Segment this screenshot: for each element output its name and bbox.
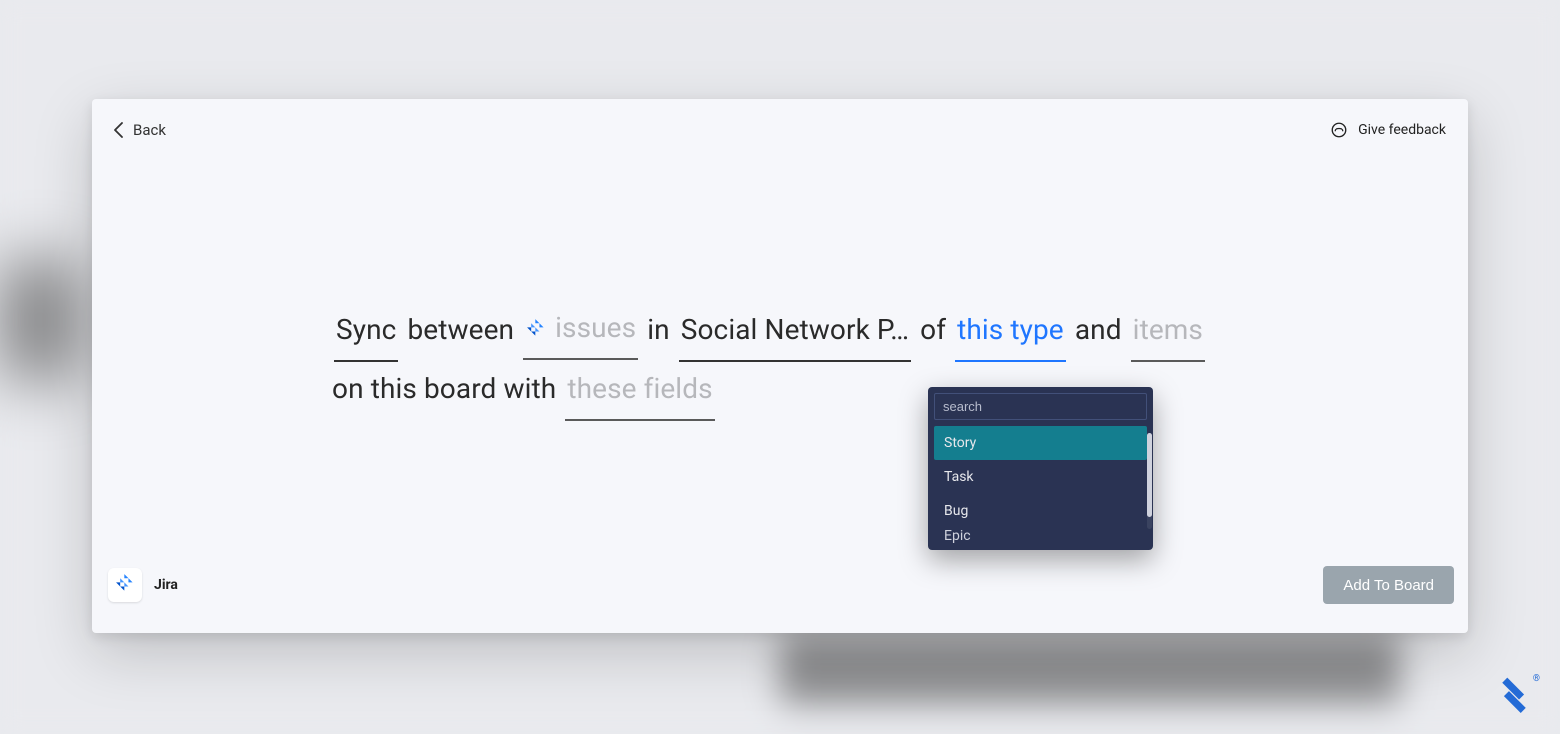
feedback-icon: [1330, 121, 1348, 139]
word-on: on: [332, 372, 364, 405]
items-slot-label: items: [1131, 303, 1205, 360]
app-tag: Jira: [108, 568, 178, 602]
modal-body: Sync between issues in Social Network P……: [92, 161, 1468, 551]
source-slot[interactable]: issues: [523, 301, 638, 360]
word-of: of: [920, 313, 946, 346]
word-in: in: [647, 313, 669, 346]
dropdown-option-story[interactable]: Story: [934, 426, 1147, 460]
word-between: between: [407, 313, 514, 346]
jira-app-tile: [108, 568, 142, 602]
app-name-label: Jira: [154, 577, 178, 593]
fields-slot-label: these fields: [565, 362, 714, 419]
modal-footer: Jira Add To Board: [92, 551, 1468, 633]
dropdown-option-epic[interactable]: Epic: [934, 528, 1147, 544]
dropdown-option-task[interactable]: Task: [934, 460, 1147, 494]
back-button[interactable]: Back: [114, 121, 166, 139]
dropdown-search-input[interactable]: [934, 393, 1147, 420]
type-slot-label: this type: [955, 303, 1066, 360]
integration-modal: Back Give feedback Sync between issues i…: [92, 99, 1468, 633]
add-to-board-button[interactable]: Add To Board: [1323, 566, 1454, 604]
modal-header: Back Give feedback: [92, 99, 1468, 161]
dropdown-option-bug[interactable]: Bug: [934, 494, 1147, 528]
items-slot[interactable]: items: [1131, 303, 1205, 362]
toptal-watermark: ®: [1497, 676, 1540, 722]
project-slot[interactable]: Social Network P…: [679, 303, 911, 362]
dropdown-scrollbar[interactable]: [1147, 433, 1152, 529]
word-this-board-with: this board with: [371, 372, 557, 405]
fields-slot[interactable]: these fields: [565, 362, 714, 421]
toptal-logo-icon: [1497, 676, 1531, 722]
project-slot-label: Social Network P…: [681, 303, 909, 357]
back-label: Back: [133, 121, 166, 139]
jira-icon: [114, 572, 136, 598]
feedback-label: Give feedback: [1358, 122, 1446, 138]
word-and: and: [1075, 313, 1122, 346]
type-dropdown: Story Task Bug Epic: [928, 387, 1153, 550]
registered-mark: ®: [1533, 674, 1540, 684]
type-slot[interactable]: this type: [955, 303, 1066, 362]
source-slot-label: issues: [555, 301, 636, 355]
give-feedback-button[interactable]: Give feedback: [1330, 121, 1446, 139]
sync-verb-slot[interactable]: Sync: [334, 303, 398, 362]
jira-icon: [525, 317, 547, 339]
dropdown-list: Story Task Bug Epic: [934, 426, 1147, 544]
chevron-left-icon: [114, 122, 123, 138]
